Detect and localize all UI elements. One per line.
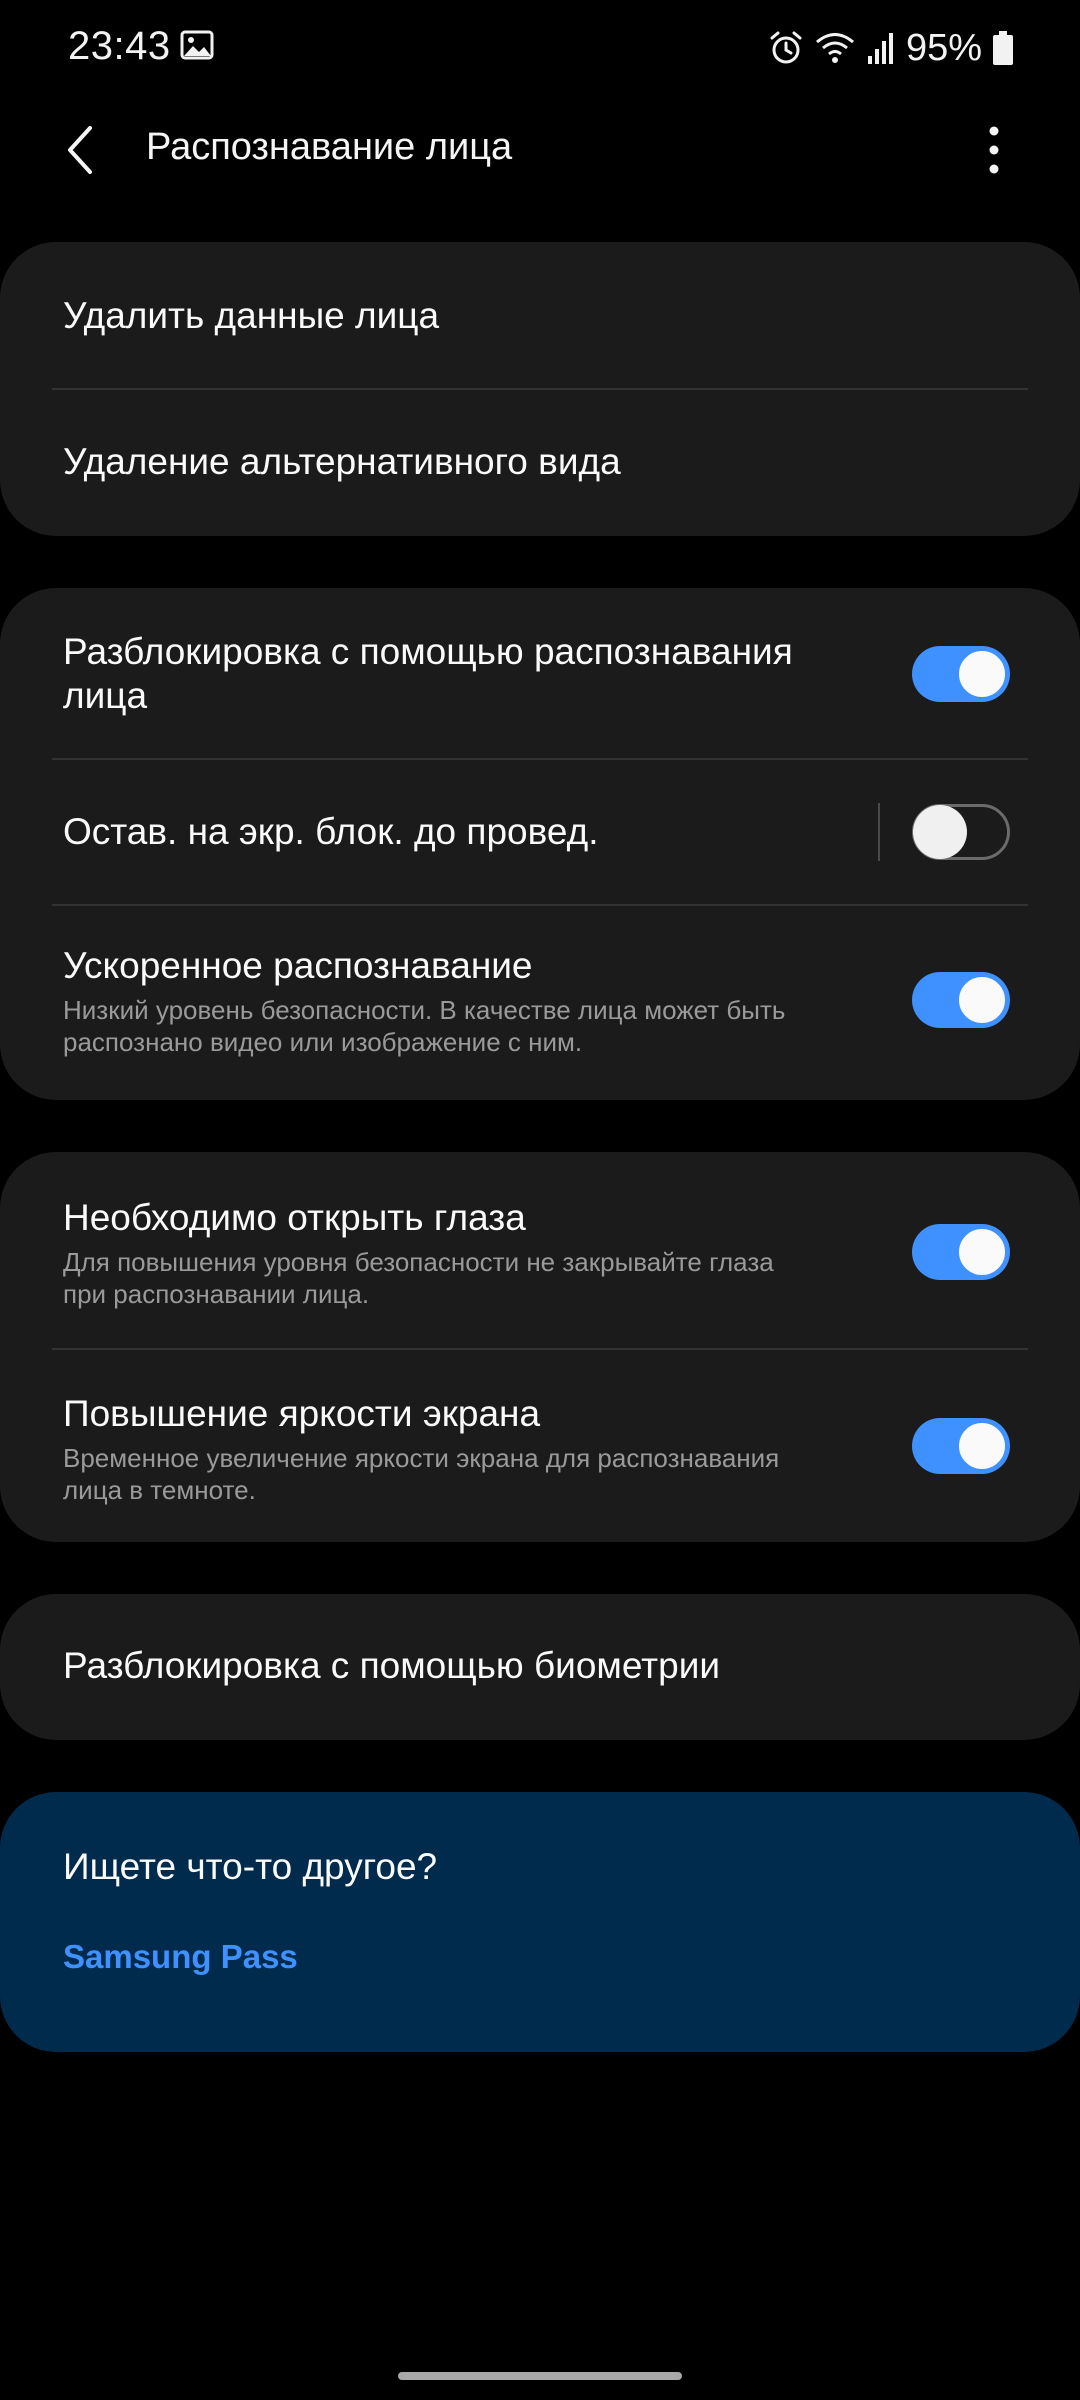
status-bar: 23:43 95%: [0, 0, 1080, 100]
stay-on-lock-label: Остав. на экр. блок. до провед.: [63, 811, 599, 852]
card-biometrics: Разблокировка с помощью биометрии: [0, 1594, 1080, 1740]
stay-on-lock-row[interactable]: Остав. на экр. блок. до провед.: [0, 760, 1080, 906]
status-time: 23:43: [68, 24, 171, 68]
help-card: Ищете что-то другое? Samsung Pass: [0, 1792, 1080, 2052]
card-unlock-settings: Разблокировка с помощью распознавания ли…: [0, 588, 1080, 1100]
delete-alt-look-label: Удаление альтернативного вида: [63, 441, 621, 482]
biometrics-unlock-row[interactable]: Разблокировка с помощью биометрии: [0, 1594, 1080, 1740]
brighten-screen-row[interactable]: Повышение яркости экрана Временное увели…: [0, 1350, 1080, 1542]
toggle-knob: [956, 974, 1008, 1026]
biometrics-unlock-label: Разблокировка с помощью биометрии: [63, 1645, 721, 1686]
open-eyes-desc-line1: Для повышения уровня безопасности не зак…: [63, 1247, 774, 1277]
battery-percent: 95%: [905, 26, 982, 69]
face-unlock-label-line1: Разблокировка с помощью распознавания: [63, 631, 793, 672]
faster-recognition-desc-line1: Низкий уровень безопасности. В качестве …: [63, 995, 786, 1025]
wifi-icon: [814, 30, 856, 66]
delete-alt-look-row[interactable]: Удаление альтернативного вида: [0, 390, 1080, 536]
faster-recognition-row[interactable]: Ускоренное распознавание Низкий уровень …: [0, 906, 1080, 1100]
card-security-options: Необходимо открыть глаза Для повышения у…: [0, 1152, 1080, 1542]
gesture-nav-handle[interactable]: [398, 2372, 682, 2380]
battery-icon: [992, 30, 1014, 66]
help-title: Ищете что-то другое?: [63, 1846, 438, 1887]
chevron-left-icon: [68, 126, 92, 174]
open-eyes-desc-line2: при распознавании лица.: [63, 1279, 370, 1309]
alarm-icon: [768, 30, 804, 66]
brighten-screen-desc-line2: лица в темноте.: [63, 1475, 256, 1505]
faster-recognition-desc-line2: распознано видео или изображение с ним.: [63, 1027, 583, 1057]
toggle-knob: [956, 1420, 1008, 1472]
status-icons: 95%: [768, 24, 1014, 72]
gallery-icon: [180, 30, 214, 60]
toggle-knob: [956, 648, 1008, 700]
more-options-button[interactable]: [962, 118, 1026, 182]
card-face-data: Удалить данные лица Удаление альтернатив…: [0, 242, 1080, 536]
face-unlock-toggle[interactable]: [912, 646, 1010, 702]
stay-on-lock-toggle[interactable]: [912, 804, 1010, 860]
delete-face-data-row[interactable]: Удалить данные лица: [0, 242, 1080, 390]
faster-recognition-toggle[interactable]: [912, 972, 1010, 1028]
face-unlock-row[interactable]: Разблокировка с помощью распознавания ли…: [0, 588, 1080, 760]
app-bar: Распознавание лица: [0, 100, 1080, 200]
back-button[interactable]: [52, 118, 116, 182]
toggle-knob: [956, 1226, 1008, 1278]
open-eyes-label: Необходимо открыть глаза: [63, 1197, 526, 1238]
brighten-screen-toggle[interactable]: [912, 1418, 1010, 1474]
page-title: Распознавание лица: [146, 126, 513, 168]
brighten-screen-desc-line1: Временное увеличение яркости экрана для …: [63, 1443, 780, 1473]
signal-icon: [866, 30, 896, 66]
faster-recognition-label: Ускоренное распознавание: [63, 945, 533, 986]
brighten-screen-label: Повышение яркости экрана: [63, 1393, 541, 1434]
open-eyes-row[interactable]: Необходимо открыть глаза Для повышения у…: [0, 1152, 1080, 1350]
face-unlock-label-line2: лица: [63, 675, 148, 716]
toggle-knob: [913, 805, 967, 859]
toggle-separator: [878, 803, 880, 861]
open-eyes-toggle[interactable]: [912, 1224, 1010, 1280]
samsung-pass-link[interactable]: Samsung Pass: [63, 1938, 298, 1976]
more-vertical-icon: [989, 126, 999, 174]
delete-face-data-label: Удалить данные лица: [63, 295, 440, 336]
